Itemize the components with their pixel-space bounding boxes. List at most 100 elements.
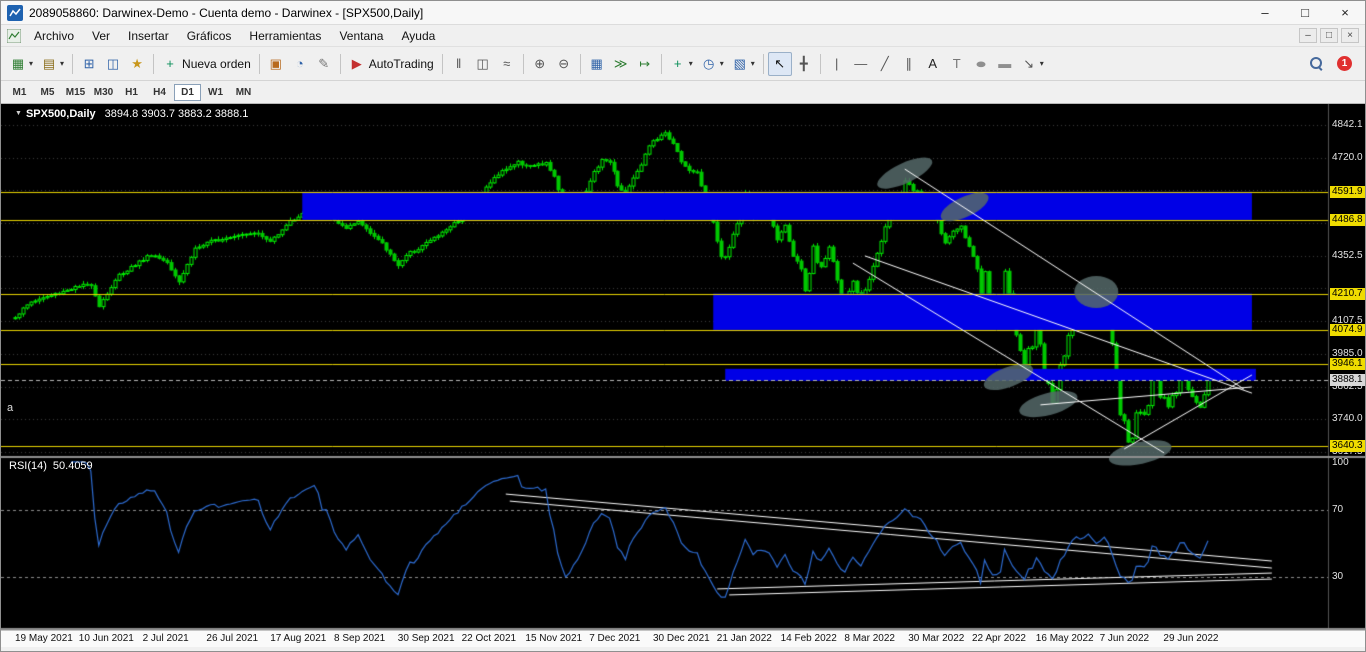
date-label: 14 Feb 2022	[781, 633, 837, 644]
timeframe-w1[interactable]: W1	[202, 84, 229, 101]
navigator-button[interactable]: ★	[125, 52, 149, 76]
auto-scroll-icon: ≫	[613, 57, 629, 70]
dropdown-arrow-icon: ▾	[60, 59, 64, 68]
trendline-button[interactable]: ╱	[873, 52, 897, 76]
timeframe-m30[interactable]: M30	[90, 84, 117, 101]
autotrading-button[interactable]: ▶ AutoTrading	[345, 52, 438, 76]
cursor-button[interactable]: ↖	[768, 52, 792, 76]
menu-item-herramientas[interactable]: Herramientas	[240, 27, 330, 45]
strategy-tester-button[interactable]: ◔	[288, 52, 312, 76]
profiles-button[interactable]: ▤▾	[37, 52, 68, 76]
channel-button[interactable]: ∥	[897, 52, 921, 76]
toolbar-separator	[820, 54, 821, 74]
text-label-button[interactable]: T	[945, 52, 969, 76]
toolbar-separator	[763, 54, 764, 74]
menu-item-ventana[interactable]: Ventana	[330, 27, 392, 45]
new-chart-icon: ▦	[10, 57, 26, 70]
search-icon	[1309, 56, 1324, 71]
menu-item-insertar[interactable]: Insertar	[119, 27, 178, 45]
date-label: 30 Mar 2022	[908, 633, 964, 644]
menu-item-gráficos[interactable]: Gráficos	[178, 27, 241, 45]
mdi-close-button[interactable]: ×	[1341, 28, 1359, 43]
cursor-icon: ↖	[772, 57, 788, 70]
mdi-minimize-button[interactable]: –	[1299, 28, 1317, 43]
chart-shift-button[interactable]: ↦	[633, 52, 657, 76]
timeframe-d1[interactable]: D1	[174, 84, 201, 101]
ellipse-button[interactable]: ●	[969, 52, 993, 76]
trendline-icon: ╱	[877, 57, 893, 70]
terminal-button[interactable]: ▣	[264, 52, 288, 76]
toolbar: ▦▾▤▾⊞◫★+Nueva orden▣◔✎▶AutoTrading‖◫≈⊕⊖▦…	[1, 47, 1365, 81]
toolbar-right: 1	[1305, 52, 1360, 76]
text-button[interactable]: A	[921, 52, 945, 76]
zoom-out-button[interactable]: ⊖	[552, 52, 576, 76]
timeframe-m15[interactable]: M15	[62, 84, 89, 101]
horizontal-line-button[interactable]: —	[849, 52, 873, 76]
arrows-button[interactable]: ↘▾	[1017, 52, 1048, 76]
new-order-icon: +	[162, 57, 178, 70]
date-label: 8 Sep 2021	[334, 633, 385, 644]
navigator-icon: ★	[129, 57, 145, 70]
date-label: 22 Oct 2021	[462, 633, 516, 644]
bar-chart-button[interactable]: ‖	[447, 52, 471, 76]
close-button[interactable]: ×	[1325, 1, 1365, 24]
line-chart-button[interactable]: ≈	[495, 52, 519, 76]
mdi-restore-button[interactable]: □	[1320, 28, 1338, 43]
menu-item-ayuda[interactable]: Ayuda	[392, 27, 444, 45]
menu-item-archivo[interactable]: Archivo	[25, 27, 83, 45]
date-label: 16 May 2022	[1036, 633, 1094, 644]
toolbar-separator	[442, 54, 443, 74]
data-window-icon: ◫	[105, 57, 121, 70]
price-chart-canvas[interactable]	[1, 104, 1366, 630]
new-chart-button[interactable]: ▦▾	[6, 52, 37, 76]
autotrading-button-label: AutoTrading	[369, 57, 434, 71]
date-label: 30 Sep 2021	[398, 633, 455, 644]
market-watch-button[interactable]: ⊞	[77, 52, 101, 76]
timeframe-m1[interactable]: M1	[6, 84, 33, 101]
periods-button[interactable]: ◷▾	[697, 52, 728, 76]
minimize-button[interactable]: –	[1245, 1, 1285, 24]
line-chart-icon: ≈	[499, 57, 515, 70]
rectangle-button[interactable]: ▬	[993, 52, 1017, 76]
date-axis[interactable]: 19 May 202110 Jun 20212 Jul 202126 Jul 2…	[1, 630, 1366, 647]
zoom-in-button[interactable]: ⊕	[528, 52, 552, 76]
dropdown-arrow-icon: ▾	[751, 59, 755, 68]
crosshair-button[interactable]: ╋	[792, 52, 816, 76]
chart-area: ▼SPX500,Daily3894.8 3903.7 3883.2 3888.1…	[1, 104, 1365, 647]
menu-item-ver[interactable]: Ver	[83, 27, 119, 45]
toolbar-separator	[340, 54, 341, 74]
dropdown-arrow-icon: ▾	[720, 59, 724, 68]
dropdown-arrow-icon: ▾	[689, 59, 693, 68]
zoom-in-icon: ⊕	[532, 57, 548, 70]
templates-button[interactable]: ▧▾	[728, 52, 759, 76]
candlestick-chart-button[interactable]: ◫	[471, 52, 495, 76]
date-label: 7 Jun 2022	[1100, 633, 1150, 644]
zoom-out-icon: ⊖	[556, 57, 572, 70]
title-bar: 2089058860: Darwinex-Demo - Cuenta demo …	[1, 1, 1365, 25]
notification-badge[interactable]: 1	[1337, 56, 1352, 71]
tile-windows-button[interactable]: ▦	[585, 52, 609, 76]
date-label: 10 Jun 2021	[79, 633, 134, 644]
text-label-icon: T	[949, 57, 965, 70]
menu-bar: ArchivoVerInsertarGráficosHerramientasVe…	[1, 25, 1365, 47]
data-window-button[interactable]: ◫	[101, 52, 125, 76]
toolbar-separator	[661, 54, 662, 74]
nueva-orden-button[interactable]: +Nueva orden	[158, 52, 255, 76]
timeframe-m5[interactable]: M5	[34, 84, 61, 101]
tile-windows-icon: ▦	[589, 57, 605, 70]
timeframe-h4[interactable]: H4	[146, 84, 173, 101]
timeframe-mn[interactable]: MN	[230, 84, 257, 101]
metaeditor-button[interactable]: ✎	[312, 52, 336, 76]
auto-scroll-button[interactable]: ≫	[609, 52, 633, 76]
date-label: 21 Jan 2022	[717, 633, 772, 644]
timeframe-h1[interactable]: H1	[118, 84, 145, 101]
maximize-button[interactable]: □	[1285, 1, 1325, 24]
date-label: 7 Dec 2021	[589, 633, 640, 644]
date-label: 8 Mar 2022	[844, 633, 895, 644]
autotrading-icon: ▶	[349, 57, 365, 70]
ellipse-icon: ●	[968, 57, 994, 70]
vertical-line-button[interactable]: |	[825, 52, 849, 76]
mdi-controls: –□×	[1299, 28, 1359, 43]
indicators-button[interactable]: +▾	[666, 52, 697, 76]
search-button[interactable]	[1305, 52, 1328, 76]
